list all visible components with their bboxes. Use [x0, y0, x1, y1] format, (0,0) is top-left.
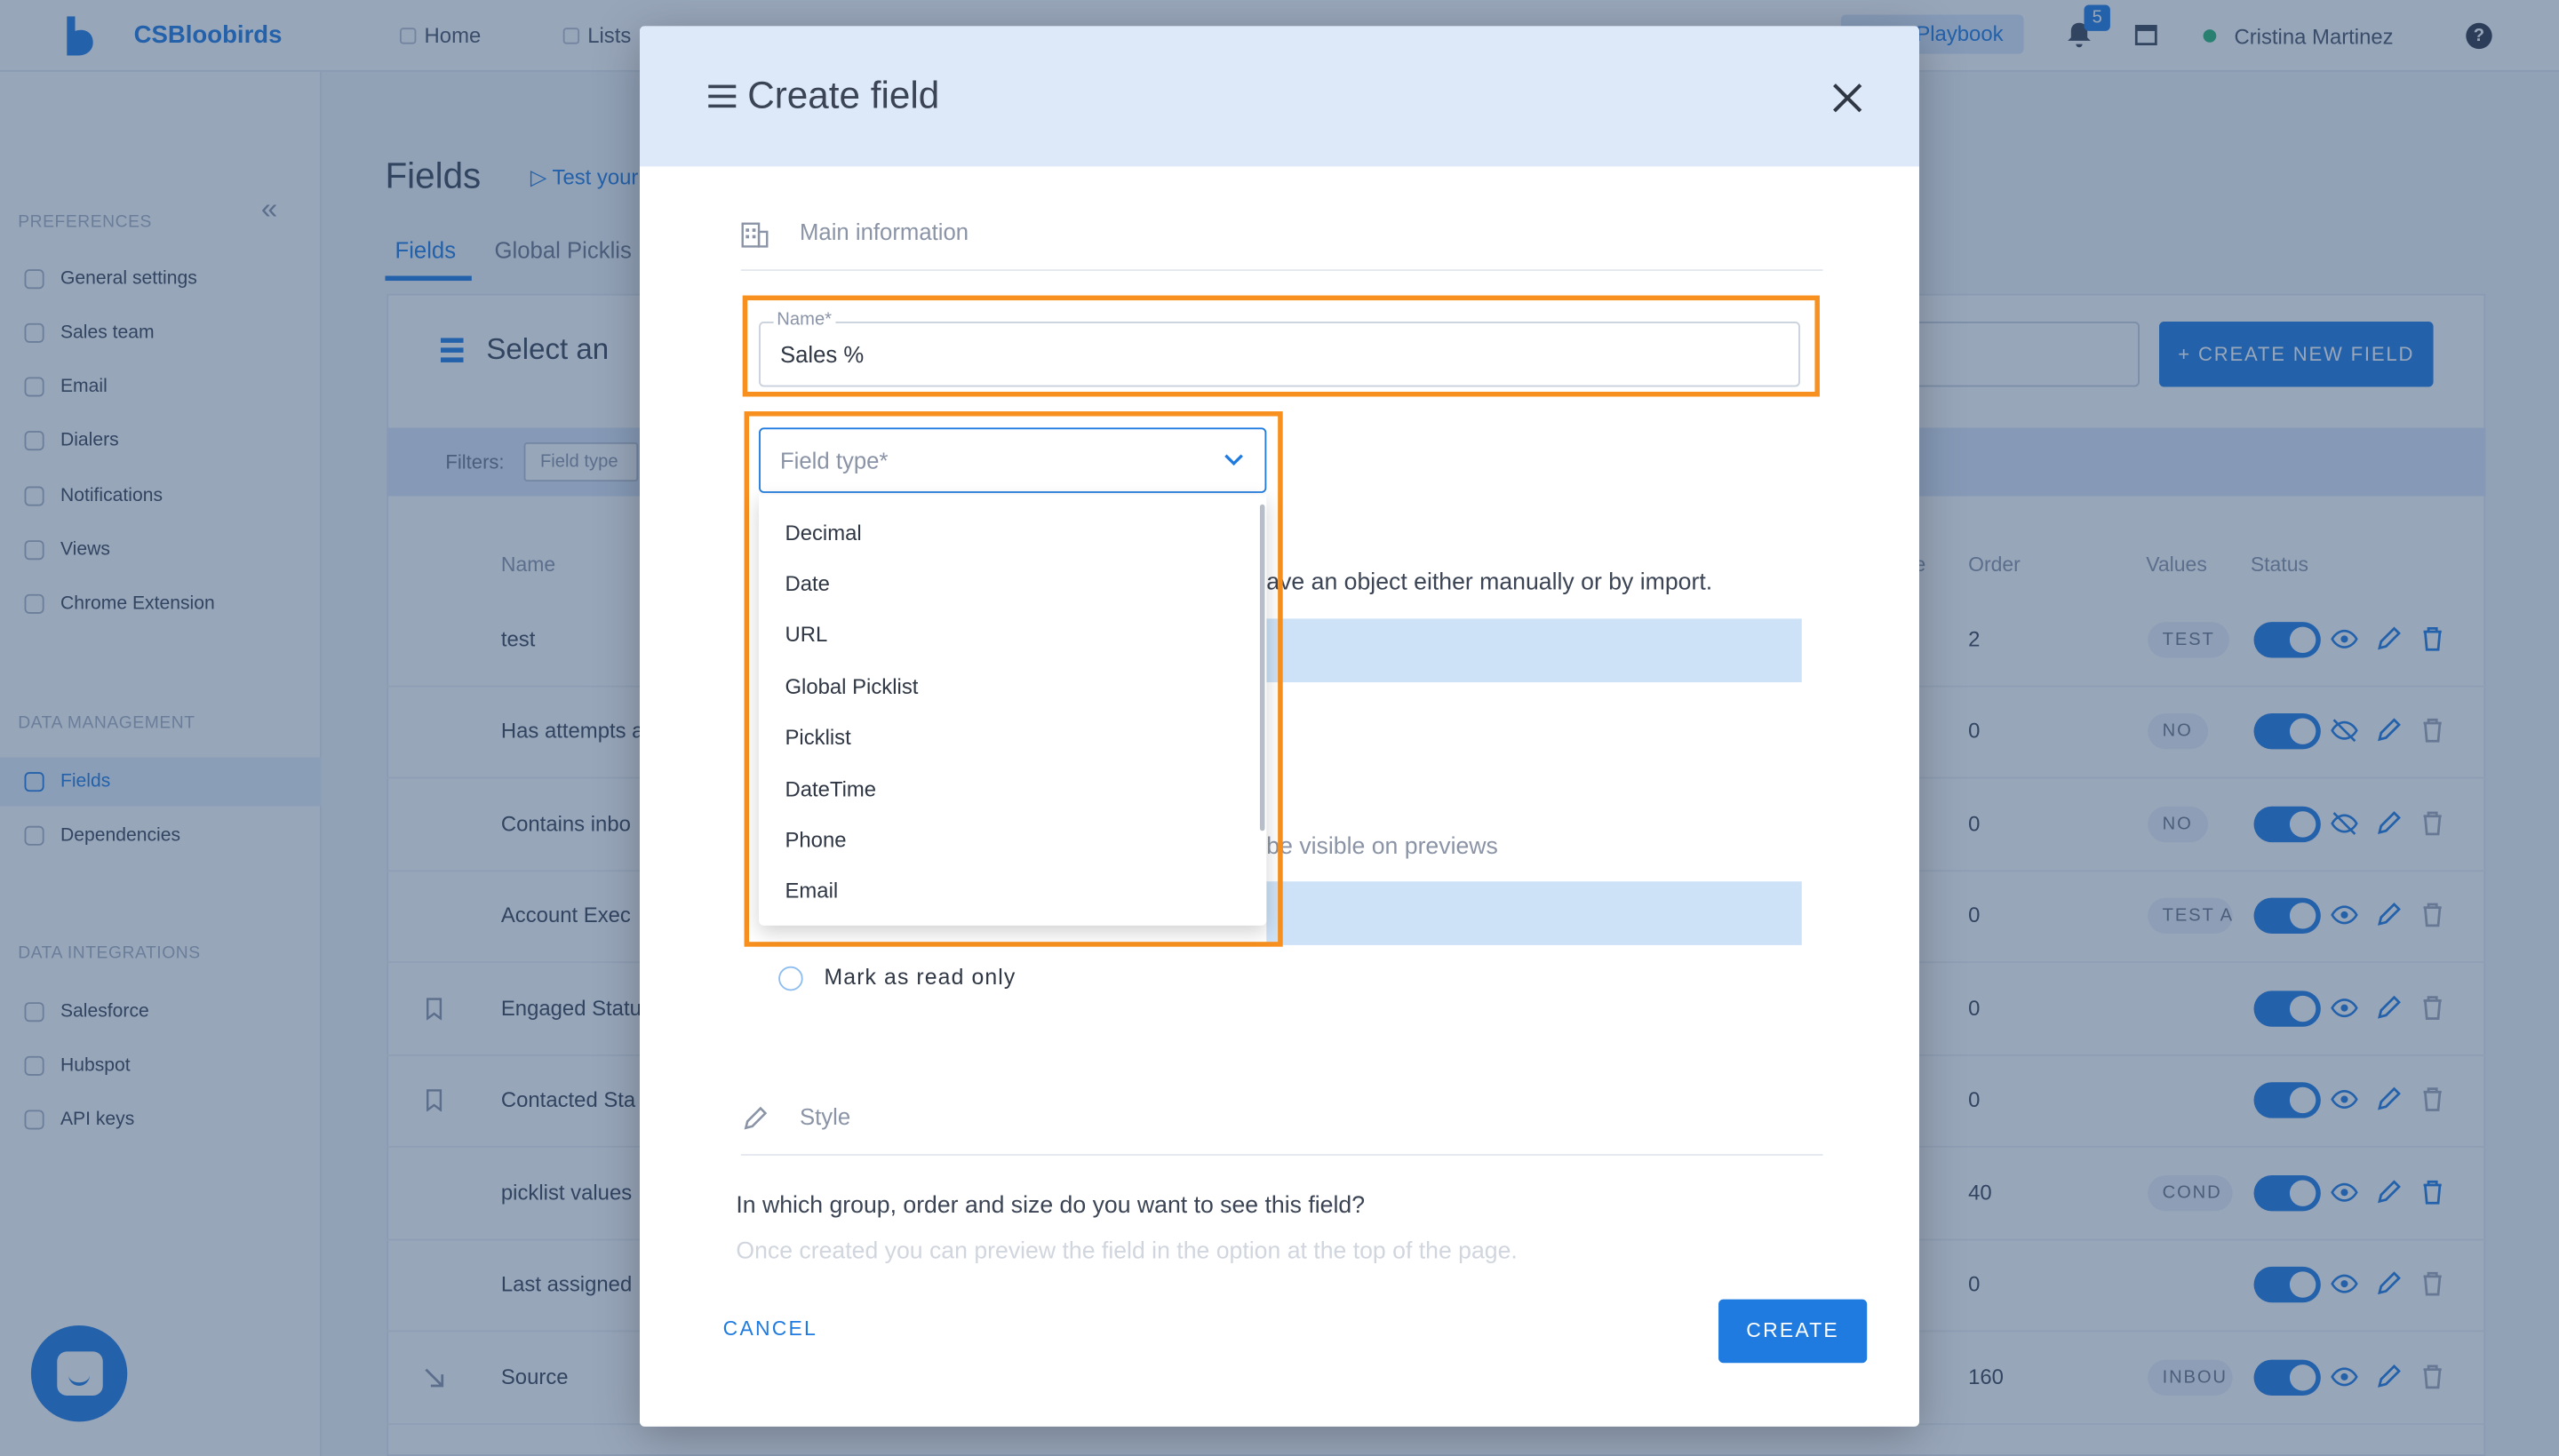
option-bar-required[interactable] — [1266, 618, 1802, 683]
style-label: Style — [799, 1103, 851, 1130]
main-information-section: Main information — [740, 199, 1823, 272]
field-type-option-phone[interactable]: Phone — [785, 828, 846, 853]
name-field[interactable]: Name* Sales % — [759, 310, 1800, 387]
field-type-option-picklist[interactable]: Picklist — [785, 725, 850, 750]
pencil-icon — [744, 1106, 768, 1130]
field-type-select[interactable]: Field type* — [759, 427, 1267, 493]
field-type-option-url[interactable]: URL — [785, 622, 827, 647]
create-button[interactable]: CREATE — [1718, 1299, 1868, 1364]
field-type-option-date[interactable]: Date — [785, 571, 829, 596]
option-bar-previews[interactable] — [1266, 881, 1802, 945]
helper-text-required: ave an object either manually or by impo… — [1266, 569, 1713, 596]
style-section: Style — [740, 1084, 1823, 1156]
dropdown-scrollbar[interactable] — [1259, 504, 1265, 831]
field-type-option-global-picklist[interactable]: Global Picklist — [785, 674, 918, 699]
chevron-down-icon — [1224, 454, 1243, 466]
field-type-option-email[interactable]: Email — [785, 879, 838, 903]
helper-text-previews: be visible on previews — [1266, 833, 1498, 861]
building-icon — [741, 222, 769, 248]
group-question: In which group, order and size do you wa… — [736, 1193, 1366, 1220]
read-only-label[interactable]: Mark as read only — [825, 965, 1016, 990]
field-type-option-datetime[interactable]: DateTime — [785, 777, 876, 802]
cancel-button[interactable]: CANCEL — [723, 1317, 817, 1341]
read-only-radio[interactable] — [778, 966, 803, 991]
field-type-placeholder: Field type* — [779, 447, 889, 473]
modal-header: Create field — [639, 26, 1919, 167]
group-hint: Once created you can preview the field i… — [736, 1238, 1518, 1266]
name-field-label: Name* — [773, 310, 835, 330]
name-field-value: Sales % — [779, 341, 865, 368]
field-type-dropdown: Decimal Date URL Global Picklist Picklis… — [759, 494, 1267, 926]
close-icon[interactable] — [1831, 82, 1864, 115]
modal-title: Create field — [747, 73, 940, 116]
menu-icon — [708, 84, 737, 108]
create-field-modal: Create field Main information Name* Sale… — [639, 26, 1919, 1427]
field-type-option-decimal[interactable]: Decimal — [785, 521, 861, 545]
main-information-label: Main information — [799, 219, 969, 245]
